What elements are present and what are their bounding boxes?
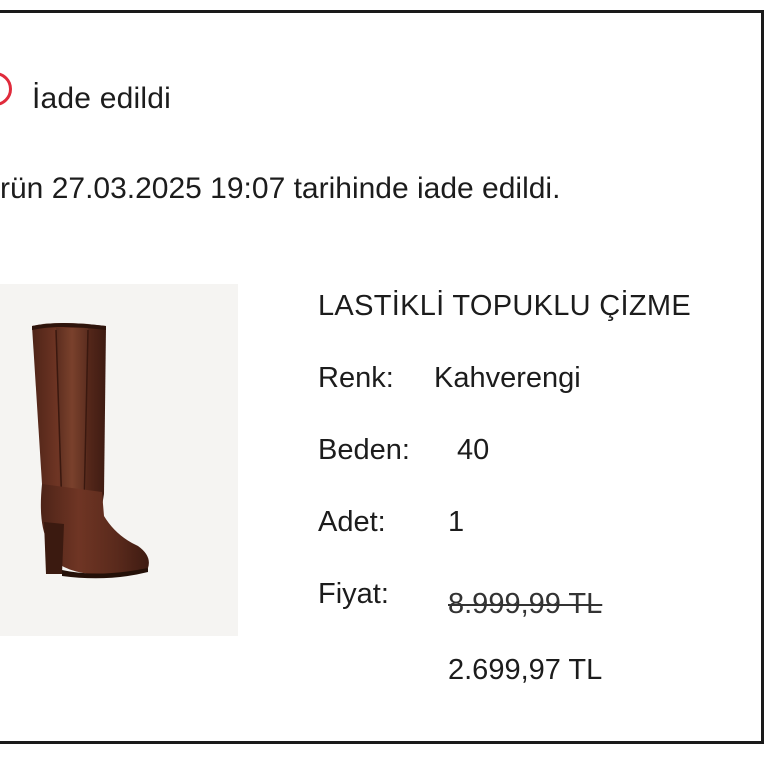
color-value: Kahverengi (434, 362, 581, 394)
size-label: Beden: (318, 434, 410, 466)
price-label: Fiyat: (318, 578, 389, 610)
product-image[interactable] (0, 284, 238, 636)
product-name[interactable]: LASTİKLİ TOPUKLU ÇİZME (318, 290, 691, 323)
color-label: Renk: (318, 362, 394, 394)
status-title: İade edildi (32, 82, 171, 115)
boot-icon (32, 323, 149, 579)
status-message: rün 27.03.2025 19:07 tarihinde iade edil… (0, 172, 561, 205)
quantity-label: Adet: (318, 506, 386, 538)
quantity-value: 1 (448, 506, 465, 538)
size-value: 40 (457, 434, 490, 466)
original-price: 8.999,99 TL (448, 588, 603, 620)
discounted-price: 2.699,97 TL (448, 654, 603, 686)
